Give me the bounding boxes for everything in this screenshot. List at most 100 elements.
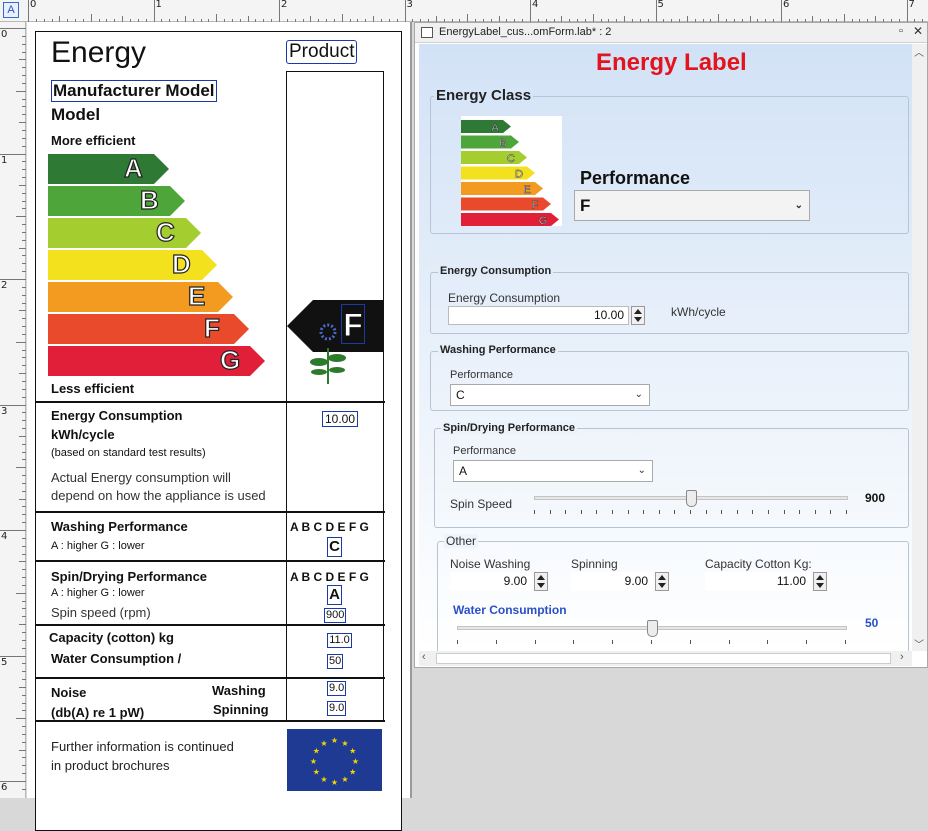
consumption-input[interactable]: 10.00 — [448, 306, 629, 325]
spin-speed-label: Spin speed (rpm) — [51, 605, 151, 620]
noise-washing-label: Noise Washing — [450, 557, 531, 571]
ruler-tick — [22, 177, 26, 179]
ruler-tick — [16, 341, 26, 343]
more-efficient-label: More efficient — [51, 133, 136, 148]
spin-select[interactable]: A ⌄ — [453, 460, 653, 482]
scroll-thumb[interactable] — [436, 653, 891, 664]
water-value[interactable]: 50 — [327, 654, 343, 669]
spin-speed-value[interactable]: 900 — [324, 608, 346, 623]
ruler-tick — [22, 263, 26, 265]
slider-thumb[interactable] — [686, 490, 697, 507]
efficiency-bar-shape — [48, 154, 169, 184]
spin-scale: A : higher G : lower — [51, 587, 145, 599]
further-info-line-2: in product brochures — [51, 758, 170, 773]
efficiency-scale: ABCDEFG — [48, 152, 278, 384]
ruler-tick — [22, 482, 26, 484]
scroll-right-icon[interactable]: › — [900, 651, 904, 663]
ruler-tick — [19, 498, 26, 500]
energy-class-group-label: Energy Class — [434, 87, 534, 104]
capacity-value[interactable]: 11.0 — [327, 633, 352, 648]
slider-thumb[interactable] — [647, 620, 658, 637]
spin-group-label: Spin/Drying Performance — [441, 422, 578, 434]
ruler-tick — [22, 702, 26, 704]
ruler-tick — [16, 216, 26, 218]
ruler-tick — [0, 404, 26, 406]
slider-tick — [674, 510, 675, 514]
scroll-left-icon[interactable]: ‹ — [422, 651, 426, 663]
ruler-number: 5 — [1, 656, 8, 668]
ruler-tick — [22, 239, 26, 241]
capacity-input[interactable]: 11.00 — [705, 572, 811, 591]
ruler-tick — [22, 224, 26, 226]
ruler-tick — [19, 373, 26, 375]
spinning-input[interactable]: 9.00 — [571, 572, 653, 591]
water-consumption-slider[interactable] — [457, 620, 847, 646]
noise-washing-input[interactable]: 9.00 — [450, 572, 532, 591]
scroll-up-icon[interactable]: ︿ — [914, 44, 924, 59]
ruler-tick — [22, 584, 26, 586]
ruler-corner-icon[interactable]: A — [3, 2, 19, 18]
washing-value[interactable]: C — [327, 537, 342, 557]
ruler-tick — [22, 506, 26, 508]
ruler-tick — [592, 14, 594, 22]
window-titlebar[interactable]: EnergyLabel_cus...omForm.lab* : 2 ▫ ✕ — [415, 23, 927, 43]
vertical-scrollbar[interactable]: ︿ ﹀ — [912, 44, 927, 651]
consumption-spinner[interactable] — [631, 306, 645, 325]
washing-select[interactable]: C ⌄ — [450, 384, 650, 406]
spin-speed-slider[interactable] — [534, 490, 848, 516]
form-window[interactable]: EnergyLabel_cus...omForm.lab* : 2 ▫ ✕ En… — [414, 22, 928, 668]
ruler-number: 0 — [1, 29, 8, 40]
consumption-value[interactable]: 10.00 — [322, 411, 358, 427]
slider-tick — [612, 640, 613, 644]
ruler-tick — [22, 773, 26, 775]
spinning-label: Spinning — [571, 557, 618, 571]
ruler-tick — [22, 106, 26, 108]
scroll-down-icon[interactable]: ﹀ — [914, 636, 924, 651]
ruler-tick — [22, 412, 26, 414]
slider-tick — [767, 640, 768, 644]
ruler-number: 3 — [1, 405, 8, 417]
page-edge — [410, 22, 412, 798]
manufacturer-model[interactable]: Manufacturer Model — [51, 80, 217, 102]
slider-tick — [659, 510, 660, 514]
ruler-number: 2 — [1, 280, 8, 291]
ruler-tick — [22, 82, 26, 84]
ruler-tick — [22, 679, 26, 681]
capacity-label: Capacity (cotton) kg — [49, 630, 174, 645]
close-icon[interactable]: ✕ — [913, 24, 923, 38]
spinning-spinner[interactable] — [655, 572, 669, 591]
capacity-spinner[interactable] — [813, 572, 827, 591]
noise-washing-spinner[interactable] — [534, 572, 548, 591]
consumption-note-2: Actual Energy consumption will — [51, 470, 231, 485]
ruler-tick — [22, 733, 26, 735]
performance-select[interactable]: F ⌄ — [574, 190, 810, 221]
form-body: Energy Label Energy Class ABCDEFG Perfor… — [419, 44, 912, 651]
energy-label-design[interactable]: Energy Product Manufacturer Model Model … — [35, 31, 402, 831]
efficiency-bar-shape — [48, 186, 185, 216]
spin-title: Spin/Drying Performance — [51, 569, 208, 584]
noise-spinning-value[interactable]: 9.0 — [327, 701, 346, 716]
ruler-tick — [22, 192, 26, 194]
selected-class-letter[interactable]: F — [341, 304, 365, 344]
horizontal-scrollbar[interactable]: ‹ › — [419, 651, 912, 666]
washing-letters: A B C D E F G — [290, 520, 369, 534]
ruler-tick — [22, 765, 26, 767]
noise-washing-value[interactable]: 9.0 — [327, 681, 346, 696]
product-header[interactable]: Product — [286, 40, 358, 64]
ruler-tick — [22, 75, 26, 77]
divider — [36, 401, 385, 403]
water-consumption-label: Water Consumption — [453, 603, 567, 617]
ruler-tick — [22, 788, 26, 790]
spin-value[interactable]: A — [327, 585, 342, 605]
ruler-tick — [22, 443, 26, 445]
restore-icon[interactable]: ▫ — [899, 25, 903, 37]
slider-tick — [815, 510, 816, 514]
slider-tick — [457, 640, 458, 644]
slider-tick — [806, 640, 807, 644]
eu-star-icon: ★ — [310, 757, 317, 766]
further-info-line-1: Further information is continued — [51, 739, 234, 754]
ruler-tick — [153, 0, 155, 22]
eu-star-icon: ★ — [331, 778, 338, 787]
ruler-tick — [22, 475, 26, 477]
divider — [36, 511, 385, 513]
